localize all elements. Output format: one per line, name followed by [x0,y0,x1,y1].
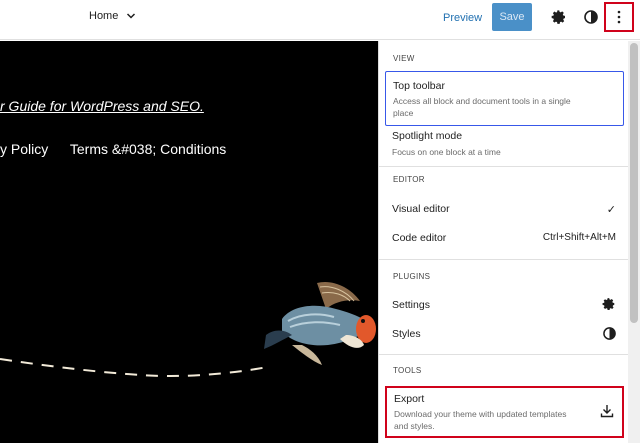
menu-item-description: Access all block and document tools in a… [393,96,571,118]
menu-item-label: Export [394,393,425,405]
options-menu-panel: VIEW Top toolbar Access all block and do… [378,41,629,443]
menu-item-label: Spotlight mode [392,130,463,142]
section-title-editor: EDITOR [393,175,425,184]
template-selector[interactable]: Home [89,10,136,22]
menu-item-export[interactable]: Export Download your theme with updated … [385,386,624,438]
menu-item-code-editor[interactable]: Code editor Ctrl+Shift+Alt+M [385,225,624,251]
scrollbar[interactable] [628,41,640,443]
footer-links: y Policy Terms &#038; Conditions [0,141,244,157]
menu-item-label: Settings [392,299,430,311]
menu-item-top-toolbar[interactable]: Top toolbar Access all block and documen… [385,71,624,126]
site-canvas[interactable]: r Guide for WordPress and SEO. y Policy … [0,41,378,443]
menu-item-label: Visual editor [392,203,450,215]
menu-item-description: Focus on one block at a time [392,147,501,157]
download-icon [600,405,614,418]
gear-icon [551,10,565,24]
scrollbar-thumb[interactable] [630,43,638,323]
more-vertical-icon [617,10,621,24]
footer-link-terms[interactable]: Terms &#038; Conditions [70,141,226,157]
keyboard-shortcut: Ctrl+Shift+Alt+M [542,232,616,243]
footer-link-privacy[interactable]: y Policy [0,141,48,157]
hummingbird-image [264,281,376,365]
section-title-view: VIEW [393,54,415,63]
settings-button[interactable] [549,7,569,27]
options-menu-button[interactable] [604,2,634,32]
menu-item-spotlight-mode[interactable]: Spotlight mode Focus on one block at a t… [385,127,624,163]
menu-divider [379,259,629,260]
guide-link[interactable]: r Guide for WordPress and SEO. [0,98,204,114]
section-title-plugins: PLUGINS [393,272,431,281]
menu-divider [379,354,629,355]
menu-item-description: Download your theme with updated templat… [394,409,567,431]
section-title-tools: TOOLS [393,366,422,375]
save-button[interactable]: Save [492,3,532,31]
menu-divider [379,166,629,167]
preview-button[interactable]: Preview [443,12,482,24]
menu-item-label: Top toolbar [393,80,445,92]
menu-item-styles[interactable]: Styles [385,321,624,347]
template-name: Home [89,10,119,22]
gear-icon [602,298,615,311]
check-icon: ✓ [606,204,616,216]
menu-item-label: Styles [392,328,421,340]
styles-button[interactable] [581,7,601,27]
editor-topbar: Home Preview Save [0,0,640,40]
menu-item-settings[interactable]: Settings [385,292,624,318]
half-circle-icon [603,327,616,340]
menu-item-label: Code editor [392,232,447,244]
dashed-flight-path [0,358,269,377]
half-circle-icon [584,10,598,24]
menu-item-visual-editor[interactable]: Visual editor ✓ [385,196,624,222]
chevron-down-icon [127,13,136,19]
